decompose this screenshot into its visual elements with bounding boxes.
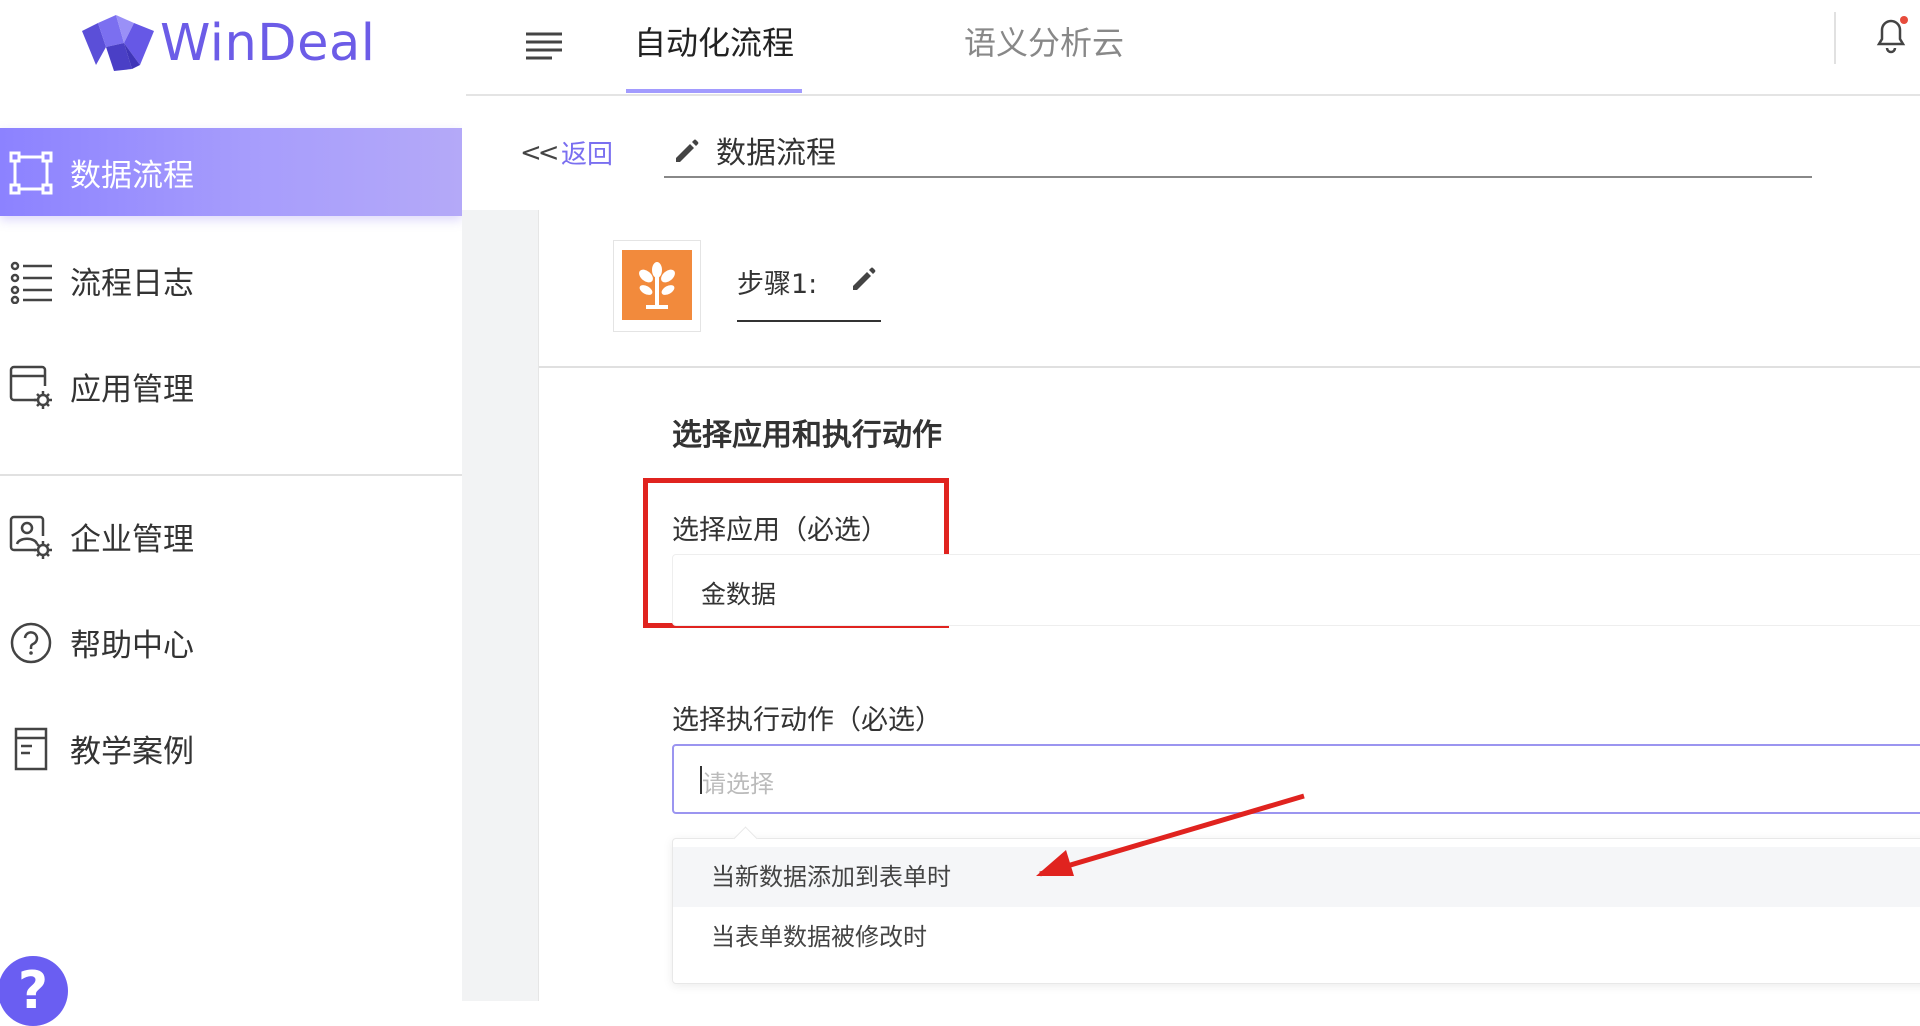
hamburger-menu-icon[interactable] bbox=[524, 26, 564, 66]
back-link[interactable]: 返回 bbox=[561, 134, 613, 171]
flow-icon bbox=[9, 151, 53, 195]
breadcrumb: << 返回 数据流程 bbox=[462, 96, 1920, 210]
section-title: 选择应用和执行动作 bbox=[672, 418, 942, 453]
app-icon-frame bbox=[613, 240, 701, 332]
step-header: 步骤1: bbox=[539, 210, 1920, 368]
sidebar-item-label: 帮助中心 bbox=[70, 627, 194, 664]
top-navigation: 自动化流程 语义分析云 bbox=[466, 0, 1920, 96]
edit-step-pencil-icon[interactable] bbox=[849, 264, 879, 294]
flow-name-underline bbox=[664, 176, 1812, 178]
selected-app-value: 金数据 bbox=[701, 580, 777, 609]
sidebar-item-flow-log[interactable]: 流程日志 bbox=[0, 236, 462, 324]
document-icon bbox=[14, 727, 48, 771]
jinshuju-app-icon bbox=[622, 250, 692, 320]
sidebar-item-app-management[interactable]: 应用管理 bbox=[0, 342, 462, 430]
double-chevron-left-icon[interactable]: << bbox=[520, 138, 560, 168]
sidebar-item-enterprise-management[interactable]: 企业管理 bbox=[0, 492, 462, 580]
sidebar-item-data-flow[interactable]: 数据流程 bbox=[0, 128, 462, 216]
sidebar-item-label: 数据流程 bbox=[70, 157, 194, 194]
dropdown-option-data-modified[interactable]: 当表单数据被修改时 bbox=[673, 907, 1920, 967]
enterprise-settings-icon bbox=[9, 515, 52, 559]
select-action-label: 选择执行动作（必选） bbox=[672, 705, 942, 736]
brand-name: WinDeal bbox=[160, 13, 376, 73]
help-chat-button[interactable]: ? bbox=[0, 956, 68, 1026]
select-app-field[interactable]: 金数据 bbox=[672, 554, 1920, 626]
step-title-underline bbox=[737, 320, 881, 322]
app-settings-icon bbox=[9, 365, 52, 409]
logo[interactable]: WinDeal bbox=[80, 8, 375, 78]
list-icon bbox=[10, 261, 52, 304]
sidebar: WinDeal 数据流程 流程日志 应用管理 企业管理 帮助中心 教学案例 ? bbox=[0, 0, 462, 1026]
sidebar-item-tutorials[interactable]: 教学案例 bbox=[0, 704, 462, 792]
sidebar-divider bbox=[0, 474, 462, 476]
select-app-label: 选择应用（必选） bbox=[672, 515, 888, 546]
sidebar-item-help-center[interactable]: 帮助中心 bbox=[0, 598, 462, 686]
windeal-logo-icon bbox=[82, 15, 154, 71]
sidebar-item-label: 教学案例 bbox=[70, 733, 194, 770]
tab-semantic-cloud[interactable]: 语义分析云 bbox=[964, 18, 1124, 64]
sidebar-item-label: 应用管理 bbox=[70, 371, 194, 408]
sidebar-item-label: 流程日志 bbox=[70, 265, 194, 302]
sidebar-item-label: 企业管理 bbox=[70, 521, 194, 558]
topbar-divider bbox=[1834, 12, 1836, 64]
pencil-icon[interactable] bbox=[672, 136, 702, 166]
help-circle-icon bbox=[10, 622, 52, 664]
select-action-placeholder: 请选择 bbox=[702, 770, 774, 798]
annotation-arrow bbox=[1036, 793, 1305, 877]
step-title[interactable]: 步骤1: bbox=[737, 262, 817, 301]
notification-dot bbox=[1900, 16, 1908, 24]
active-tab-indicator bbox=[626, 89, 802, 93]
flow-name-input[interactable]: 数据流程 bbox=[716, 128, 836, 172]
tab-automation-flow[interactable]: 自动化流程 bbox=[634, 18, 794, 64]
